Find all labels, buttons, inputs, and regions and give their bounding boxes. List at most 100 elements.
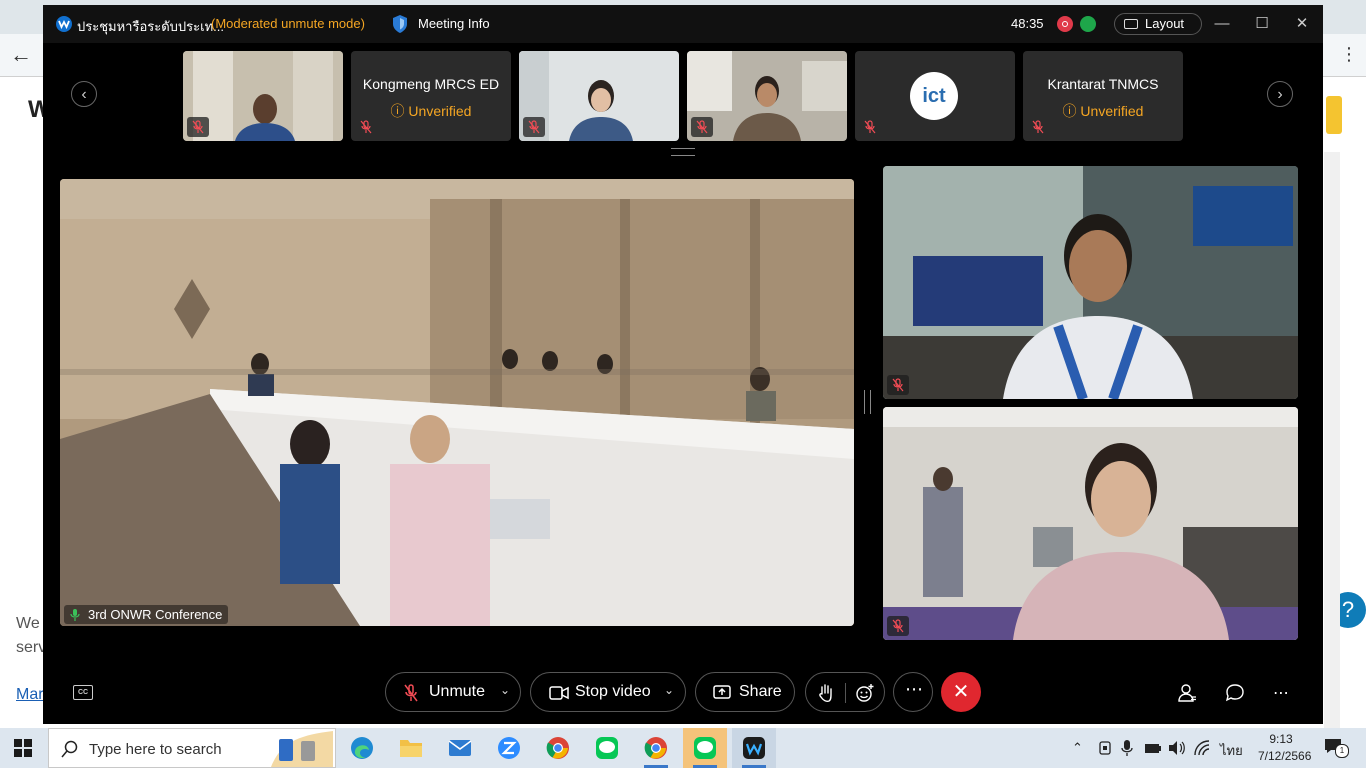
strip-resize-handle[interactable]: [671, 148, 695, 156]
main-stage-label: 3rd ONWR Conference: [64, 605, 229, 624]
windows-start-icon[interactable]: [14, 739, 32, 757]
volume-icon[interactable]: [1168, 740, 1186, 756]
taskbar-app-edge[interactable]: [340, 732, 384, 768]
muted-mic-icon: [187, 117, 209, 137]
chevron-down-icon[interactable]: ⌄: [500, 683, 510, 697]
network-stats-icon[interactable]: [1080, 16, 1096, 32]
edge-icon: [351, 737, 373, 759]
participant-thumbnail[interactable]: Krantarat TNMCS ⓘ Unverified: [1023, 51, 1183, 141]
participant-thumbnail[interactable]: [519, 51, 679, 141]
participants-icon[interactable]: [1177, 683, 1197, 703]
participant-thumbnail[interactable]: ict: [855, 51, 1015, 141]
closed-captions-icon[interactable]: CC: [73, 685, 93, 700]
taskbar-app-webex[interactable]: [732, 728, 776, 768]
taskbar-search-box[interactable]: Type here to search: [48, 728, 336, 768]
layout-icon: [1124, 19, 1138, 29]
raise-hand-icon[interactable]: [818, 683, 834, 703]
stage-resize-handle[interactable]: [864, 390, 871, 414]
wifi-icon[interactable]: [1194, 740, 1210, 756]
unmute-button[interactable]: Unmute ⌄: [385, 672, 521, 712]
page-body-text-fragment: We serv: [16, 615, 46, 656]
participant-video: [883, 407, 1298, 640]
previous-participants-button[interactable]: ‹: [71, 81, 97, 107]
search-highlight-icon: [271, 731, 333, 767]
muted-mic-icon: [404, 684, 418, 702]
muted-mic-icon: [887, 616, 909, 636]
leave-meeting-button[interactable]: ✕: [941, 672, 981, 712]
participant-thumbnail[interactable]: Kongmeng MRCS ED ⓘ Unverified: [351, 51, 511, 141]
more-options-button[interactable]: ⋯: [893, 672, 933, 712]
unverified-label: Unverified: [1080, 103, 1144, 119]
title-bar: ประชุมหารือระดับประเท... (Moderated unmu…: [43, 5, 1323, 43]
line-icon: [596, 737, 618, 759]
participant-name: Krantarat TNMCS: [1047, 76, 1159, 92]
next-participants-button[interactable]: ›: [1267, 81, 1293, 107]
main-stage-label-text: 3rd ONWR Conference: [88, 607, 223, 622]
recording-icon[interactable]: [1057, 16, 1073, 32]
participant-video-large[interactable]: [883, 166, 1298, 399]
meeting-timer: 48:35: [1011, 16, 1044, 31]
battery-icon[interactable]: [1144, 741, 1162, 755]
unmute-mode-label: (Moderated unmute mode): [211, 16, 365, 31]
taskbar-app-chrome-profile[interactable]: [634, 732, 678, 768]
muted-mic-icon: [691, 117, 713, 137]
maximize-icon[interactable]: ☐: [1253, 15, 1271, 33]
layout-label: Layout: [1145, 16, 1185, 31]
stop-video-label: Stop video: [575, 683, 651, 700]
close-icon[interactable]: ✕: [1293, 15, 1311, 33]
video-camera-icon: [549, 686, 569, 700]
more-horizontal-icon[interactable]: ⋯: [1273, 683, 1293, 703]
input-language[interactable]: ไทย: [1220, 740, 1243, 761]
zoom-icon: [498, 737, 520, 759]
chevron-down-icon[interactable]: ⌄: [664, 683, 674, 697]
page-link-fragment[interactable]: Mar: [16, 686, 44, 704]
participant-name: Kongmeng MRCS ED: [362, 76, 500, 92]
participant-thumbnail[interactable]: [183, 51, 343, 141]
chrome-icon: [644, 737, 667, 759]
conference-room-scene: [60, 179, 854, 626]
taskbar-app-mail[interactable]: [438, 732, 482, 768]
device-icon[interactable]: [1098, 740, 1112, 756]
chrome-icon: [546, 737, 569, 759]
notification-count: 1: [1335, 744, 1349, 758]
taskbar-app-zoom[interactable]: [487, 732, 531, 768]
taskbar-app-line-active[interactable]: [683, 728, 727, 768]
participant-thumbnail[interactable]: [687, 51, 847, 141]
mail-icon: [448, 740, 472, 756]
folder-icon: [400, 740, 422, 757]
show-hidden-icons-icon[interactable]: ⌃: [1072, 740, 1083, 756]
more-vertical-icon[interactable]: ⋮: [1340, 44, 1358, 65]
muted-mic-icon: [1027, 117, 1049, 137]
unverified-label: Unverified: [408, 103, 472, 119]
share-button[interactable]: Share: [695, 672, 795, 712]
participant-video-large[interactable]: [883, 407, 1298, 640]
layout-button[interactable]: Layout: [1114, 13, 1202, 35]
unmute-label: Unmute: [429, 683, 486, 700]
webex-logo-icon: [56, 16, 72, 32]
main-stage-video[interactable]: 3rd ONWR Conference: [60, 179, 854, 626]
shield-icon[interactable]: [391, 14, 409, 34]
meeting-window: ประชุมหารือระดับประเท... (Moderated unmu…: [43, 5, 1323, 724]
taskbar-app-line[interactable]: [585, 732, 629, 768]
more-horizontal-icon: ⋯: [905, 679, 923, 699]
meeting-info-button[interactable]: Meeting Info: [418, 16, 490, 31]
page-scrollbar[interactable]: [1324, 152, 1340, 728]
site-logo: [1326, 96, 1342, 134]
taskbar-clock[interactable]: 9:13 7/12/2566: [1258, 731, 1311, 765]
microphone-icon[interactable]: [1121, 739, 1133, 757]
taskbar-app-chrome[interactable]: [536, 732, 580, 768]
taskbar-app-file-explorer[interactable]: [389, 732, 433, 768]
notification-center-button[interactable]: 1: [1324, 738, 1349, 758]
emoji-reaction-icon[interactable]: [855, 683, 875, 703]
divider: [845, 683, 846, 703]
minimize-icon[interactable]: —: [1213, 15, 1231, 33]
muted-mic-icon: [887, 375, 909, 395]
taskbar: Type here to search ⌃ ไทย 9:13 7/12/2566…: [0, 728, 1366, 768]
share-label: Share: [739, 683, 782, 700]
back-arrow-icon[interactable]: ←: [10, 42, 32, 68]
stop-video-button[interactable]: Stop video ⌄: [530, 672, 686, 712]
search-icon: [61, 740, 78, 758]
muted-mic-icon: [355, 117, 377, 137]
chat-icon[interactable]: [1225, 683, 1245, 703]
clock-time: 9:13: [1269, 732, 1293, 746]
